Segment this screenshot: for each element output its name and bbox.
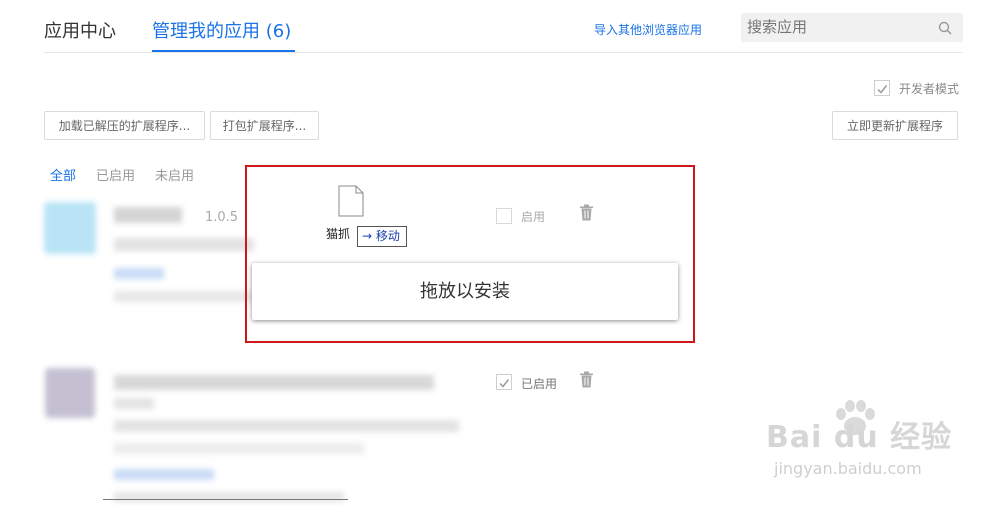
import-other-browser-link[interactable]: 导入其他浏览器应用 xyxy=(594,21,702,38)
watermark-brand: Bai du 经验 xyxy=(766,420,953,455)
extension-name xyxy=(114,375,434,390)
extension-version xyxy=(114,398,154,409)
extension-icon xyxy=(44,202,96,254)
file-icon xyxy=(338,185,364,217)
extension-details-link[interactable] xyxy=(114,268,164,279)
extension-id xyxy=(114,291,254,302)
tab-manage-apps[interactable]: 管理我的应用 (6) xyxy=(152,17,291,43)
watermark-url: jingyan.baidu.com xyxy=(774,459,922,478)
checkbox-checked-icon xyxy=(499,379,510,388)
extension-description xyxy=(114,443,364,454)
filter-disabled[interactable]: 未启用 xyxy=(155,165,194,184)
pack-extension-button[interactable]: 打包扩展程序... xyxy=(210,111,319,140)
extension-id xyxy=(114,492,344,502)
search-icon[interactable] xyxy=(938,21,952,35)
extension-description xyxy=(114,238,254,251)
extension-icon xyxy=(45,368,95,418)
filter-all[interactable]: 全部 xyxy=(50,165,76,184)
extension-link-underline xyxy=(103,499,348,500)
trash-icon[interactable] xyxy=(579,371,594,388)
load-unpacked-button[interactable]: 加载已解压的扩展程序... xyxy=(44,111,205,140)
search-box xyxy=(741,13,963,42)
extension-enabled-checkbox[interactable] xyxy=(496,374,512,390)
tab-app-center[interactable]: 应用中心 xyxy=(44,17,116,43)
developer-mode-checkbox[interactable] xyxy=(874,80,890,96)
extension-enabled-label: 已启用 xyxy=(521,377,558,391)
extension-details-link[interactable] xyxy=(114,469,214,480)
dragged-file-name: 猫抓 xyxy=(326,227,351,241)
filter-enabled[interactable]: 已启用 xyxy=(96,165,135,184)
checkbox-checked-icon xyxy=(877,85,888,94)
move-cursor-tooltip: → 移动 xyxy=(357,226,407,247)
header-divider xyxy=(44,52,963,53)
extension-description xyxy=(114,420,459,432)
search-input[interactable] xyxy=(747,18,927,36)
extension-version: 1.0.5 xyxy=(205,210,239,225)
extension-name xyxy=(114,207,182,223)
developer-mode-label: 开发者模式 xyxy=(899,82,960,96)
annotation-highlight-box xyxy=(245,165,695,343)
update-extensions-button[interactable]: 立即更新扩展程序 xyxy=(832,111,958,140)
